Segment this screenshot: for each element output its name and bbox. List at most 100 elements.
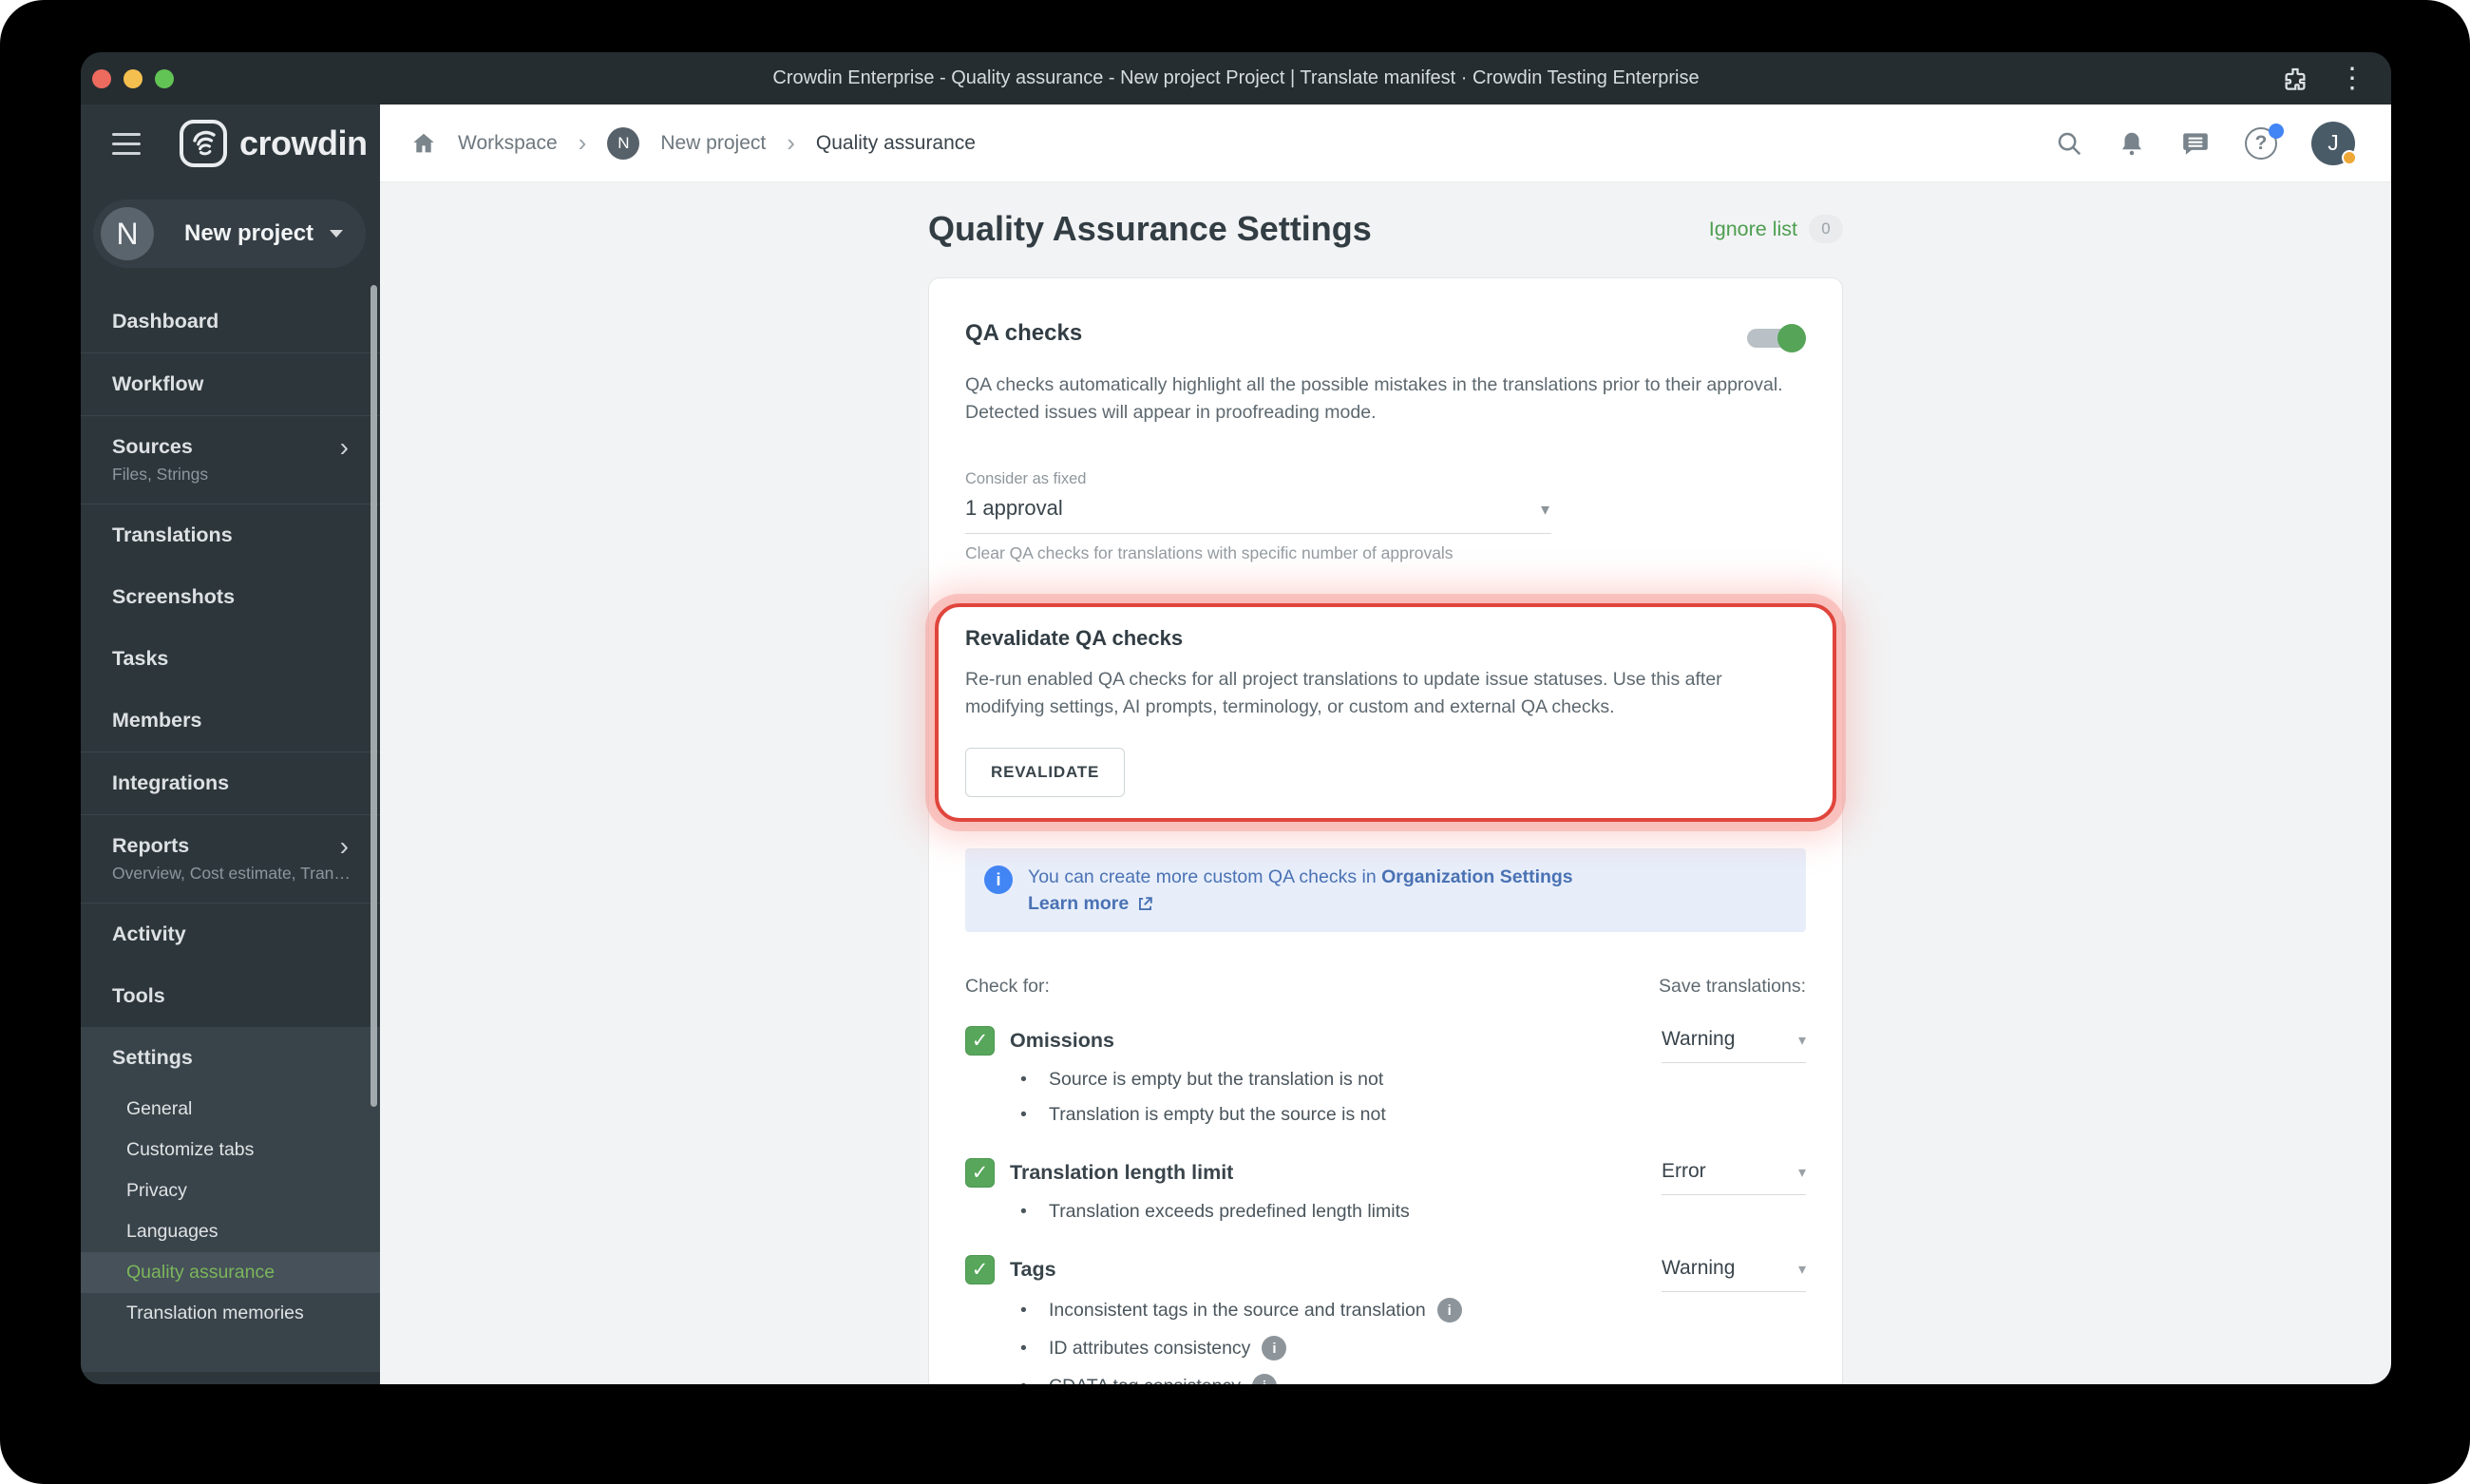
settings-subitem-label: Privacy — [126, 1180, 187, 1201]
check-row: ✓ Tags • Inconsistent tags in the source… — [965, 1255, 1806, 1384]
sidebar-item[interactable]: Translations › — [81, 504, 380, 566]
sidebar-item[interactable]: Tasks › — [81, 628, 380, 690]
ignore-list-link[interactable]: Ignore list 0 — [1709, 215, 1843, 243]
chevron-right-icon: › — [339, 830, 349, 861]
settings-subitem[interactable]: Privacy — [81, 1170, 380, 1211]
check-bullet: • CDATA tag consistency i — [1020, 1374, 1462, 1384]
info-banner: i You can create more custom QA checks i… — [965, 848, 1806, 932]
project-avatar: N — [101, 207, 154, 260]
sidebar-item[interactable]: Activity › — [81, 904, 380, 965]
chevron-right-icon: › — [578, 128, 587, 157]
check-bullet: • ID attributes consistency i — [1020, 1336, 1462, 1360]
sidebar-item-label: Settings — [112, 1046, 193, 1069]
sidebar-item[interactable]: Dashboard › — [81, 291, 380, 353]
settings-subitem-label: Customize tabs — [126, 1139, 255, 1160]
severity-select[interactable]: Warning ▾ — [1662, 1257, 1806, 1292]
checkbox-checked[interactable]: ✓ — [965, 1026, 995, 1056]
info-icon[interactable]: i — [1251, 1374, 1277, 1384]
checkbox-checked[interactable]: ✓ — [965, 1255, 995, 1284]
home-icon[interactable] — [410, 130, 437, 157]
check-bullet: • Inconsistent tags in the source and tr… — [1020, 1298, 1462, 1322]
revalidate-description: Re-run enabled QA checks for all project… — [965, 669, 1722, 717]
consider-as-fixed-select[interactable]: 1 approval ▾ — [965, 496, 1551, 534]
severity-select[interactable]: Warning ▾ — [1662, 1028, 1806, 1063]
sidebar-item-label: Translations — [112, 523, 233, 546]
sidebar-scrollbar[interactable] — [370, 285, 377, 1107]
settings-subitem[interactable]: Quality assurance — [81, 1252, 380, 1293]
qa-checks-toggle[interactable] — [1747, 324, 1806, 352]
sidebar-item[interactable]: Workflow › — [81, 353, 380, 416]
sidebar-item[interactable]: Tools › — [81, 965, 380, 1027]
settings-subnav: General Customize tabs Privacy Languages… — [81, 1089, 380, 1334]
sidebar-item-label: Reports — [112, 834, 190, 857]
info-icon[interactable]: i — [1436, 1298, 1462, 1322]
help-icon[interactable]: ? — [2245, 123, 2284, 160]
project-selector[interactable]: N New project — [93, 200, 366, 268]
info-icon[interactable]: i — [1262, 1336, 1287, 1360]
sidebar-item-label: Tasks — [112, 647, 169, 670]
sidebar-item[interactable]: Screenshots › — [81, 566, 380, 628]
organization-settings-link[interactable]: Organization Settings — [1381, 866, 1573, 887]
revalidate-button[interactable]: REVALIDATE — [965, 748, 1126, 797]
qa-settings-card: QA checks QA checks automatically highli… — [928, 277, 1843, 1384]
banner-text: You can create more custom QA checks in — [1028, 866, 1382, 887]
check-row: ✓ Omissions • Source is empty but the tr… — [965, 1026, 1806, 1130]
chevron-right-icon: › — [787, 128, 795, 157]
check-for-header: Check for: — [965, 976, 1050, 997]
content-area: Quality Assurance Settings Ignore list 0… — [380, 182, 2391, 1384]
sidebar-item[interactable]: Sources › Files, Strings — [81, 416, 380, 504]
consider-as-fixed-hint: Clear QA checks for translations with sp… — [965, 543, 1454, 562]
sidebar-item-label: Integrations — [112, 771, 230, 794]
revalidate-title: Revalidate QA checks — [965, 626, 1184, 650]
check-label: Tags — [1010, 1258, 1056, 1281]
breadcrumb: Workspace › N New project › Quality assu… — [410, 126, 976, 160]
revalidate-section: Revalidate QA checks Re-run enabled QA c… — [935, 603, 1836, 822]
sidebar: crowdin N New project Dashboard › — [81, 105, 380, 1384]
settings-subitem-label: Quality assurance — [126, 1262, 276, 1283]
sidebar-item[interactable]: Integrations › — [81, 752, 380, 815]
sidebar-item-label: Workflow — [112, 372, 204, 395]
sidebar-item-label: Screenshots — [112, 585, 236, 608]
checkbox-checked[interactable]: ✓ — [965, 1158, 995, 1188]
sidebar-item[interactable]: Reports › Overview, Cost estimate, Tran… — [81, 815, 380, 904]
settings-subitem[interactable]: Translation memories — [81, 1293, 380, 1334]
breadcrumb-project[interactable]: New project — [660, 132, 766, 155]
sidebar-item-subtitle: Overview, Cost estimate, Tran… — [112, 864, 349, 883]
settings-subitem[interactable]: General — [81, 1089, 380, 1130]
sidebar-item-label: Activity — [112, 923, 186, 945]
settings-subitem[interactable]: Customize tabs — [81, 1130, 380, 1170]
check-bullets: • Translation exceeds predefined length … — [965, 1201, 1410, 1223]
avatar-initial: J — [2328, 130, 2339, 155]
user-avatar[interactable]: J — [2311, 121, 2357, 165]
crowdin-logo[interactable]: crowdin — [179, 119, 368, 168]
settings-subitem-label: General — [126, 1098, 193, 1119]
chevron-down-icon: ▾ — [1797, 1262, 1806, 1278]
sidebar-item-subtitle: Files, Strings — [112, 465, 209, 484]
hamburger-menu-icon[interactable] — [112, 132, 141, 155]
check-label: Translation length limit — [1010, 1161, 1234, 1184]
info-icon: i — [984, 866, 1013, 894]
check-bullets: • Source is empty but the translation is… — [965, 1069, 1386, 1126]
settings-subitem-label: Translation memories — [126, 1303, 304, 1323]
chevron-right-icon: › — [339, 431, 349, 462]
checks-list: ✓ Omissions • Source is empty but the tr… — [965, 1026, 1806, 1384]
extensions-icon[interactable] — [2281, 65, 2309, 93]
save-translations-header: Save translations: — [1658, 976, 1806, 997]
notifications-bell-icon[interactable] — [2118, 129, 2146, 158]
breadcrumb-workspace[interactable]: Workspace — [458, 132, 558, 155]
chevron-down-icon: ▾ — [1797, 1033, 1806, 1049]
qa-checks-section: QA checks QA checks automatically highli… — [965, 320, 1806, 563]
messages-icon[interactable] — [2180, 128, 2211, 159]
learn-more-link[interactable]: Learn more — [1028, 890, 1573, 917]
browser-window: Crowdin Enterprise - Quality assurance -… — [81, 52, 2391, 1384]
sidebar-item[interactable]: Members › — [81, 690, 380, 752]
check-bullet: • Translation exceeds predefined length … — [1020, 1201, 1410, 1222]
ignore-list-count-badge: 0 — [1809, 215, 1843, 243]
severity-select[interactable]: Error ▾ — [1662, 1160, 1806, 1195]
search-icon[interactable] — [2055, 129, 2083, 158]
check-row: ✓ Translation length limit • Translation… — [965, 1158, 1806, 1227]
settings-subitem[interactable]: Languages — [81, 1211, 380, 1252]
sidebar-item-settings[interactable]: Settings — [81, 1027, 380, 1089]
external-link-icon — [1139, 896, 1152, 910]
breadcrumb-current: Quality assurance — [815, 131, 976, 154]
